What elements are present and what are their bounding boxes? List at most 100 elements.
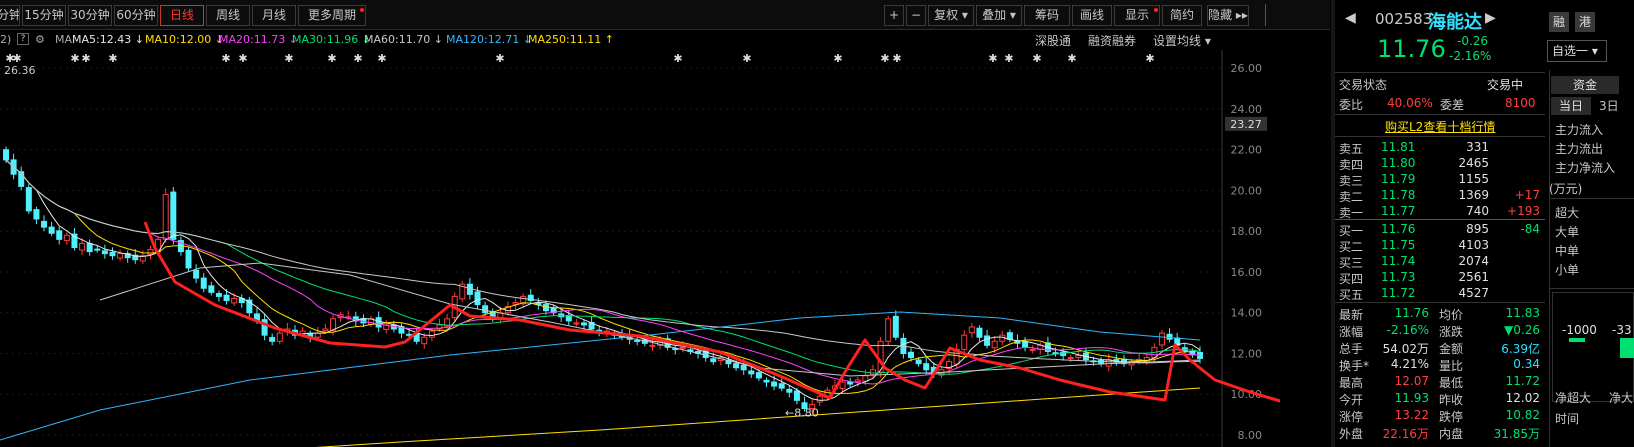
stat-value: 12.07 (1394, 374, 1429, 388)
candle (63, 234, 70, 242)
stat-label: 最新 (1339, 308, 1364, 322)
candle (86, 242, 93, 253)
fund-3day-tab[interactable]: 3日 (1595, 97, 1634, 115)
toolbar-button-7[interactable]: 简约 (1162, 5, 1202, 26)
event-marker[interactable]: ✱ (673, 52, 682, 65)
next-stock-icon[interactable]: ▶ (1485, 10, 1496, 26)
candle (573, 322, 580, 325)
toolbar-button-6[interactable]: 显示 (1114, 5, 1160, 26)
candle (649, 344, 656, 347)
event-marker[interactable]: ✱ (742, 52, 751, 65)
period-tab-4[interactable]: 日线 (160, 5, 204, 26)
hk-tag[interactable]: 港 (1575, 12, 1595, 32)
stat-row: 涨停 13.22 跌停 10.82 (1339, 407, 1545, 425)
ma-line-250 (315, 387, 1201, 447)
toolbar-button-8[interactable]: 隐藏 ▸▸ (1207, 5, 1249, 26)
ma-link-1[interactable]: 融资融券 (1088, 32, 1136, 49)
ask-volume: 740 (1466, 204, 1489, 218)
period-tab-2[interactable]: 30分钟 (68, 5, 112, 26)
stat-row: 今开 11.93 昨收 12.02 (1339, 390, 1545, 408)
watchlist-select[interactable]: 自选一 ▾ (1547, 40, 1607, 62)
margin-tag[interactable]: 融 (1549, 12, 1569, 32)
candle (474, 291, 481, 306)
ma-line-30 (5, 159, 1201, 375)
event-marker[interactable]: ✱ (70, 52, 79, 65)
candle (428, 330, 435, 338)
event-marker[interactable]: ✱ (327, 52, 336, 65)
drawn-trend-line[interactable] (143, 221, 1280, 420)
toolbar-button-2[interactable]: 复权 ▾ (928, 5, 974, 26)
ratio-label: 委比 (1339, 98, 1364, 112)
stat-label: 外盘 (1339, 427, 1364, 441)
event-marker[interactable]: ✱ (12, 52, 21, 65)
candle (1075, 355, 1082, 359)
candle (854, 379, 861, 383)
candle (1006, 332, 1013, 340)
event-marker[interactable]: ✱ (221, 52, 230, 65)
stat-label: 涨停 (1339, 410, 1364, 424)
ma-prefix: MA (55, 33, 73, 46)
stat-value: 54.02万 (1382, 342, 1429, 356)
candle (580, 322, 587, 326)
event-marker[interactable]: ✱ (892, 52, 901, 65)
period-tab-7[interactable]: 更多周期 (298, 5, 366, 26)
fund-divider (1549, 70, 1550, 447)
event-marker[interactable]: ✱ (1145, 52, 1154, 65)
fund-row-label: 大单 (1555, 225, 1580, 239)
toolbar-button-0[interactable]: + (884, 5, 904, 26)
period-tab-5[interactable]: 周线 (206, 5, 250, 26)
bid-volume: 4527 (1458, 286, 1489, 300)
event-marker[interactable]: ✱ (238, 52, 247, 65)
event-marker[interactable]: ✱ (1067, 52, 1076, 65)
kline-chart[interactable]: 26.00 24.00 22.00 20.00 18.00 16.00 14.00 12.00… (0, 50, 1280, 447)
candle (101, 250, 108, 255)
event-marker[interactable]: ✱ (1032, 52, 1041, 65)
ma-link-2[interactable]: 设置均线 ▾ (1153, 32, 1211, 49)
fund-bar (1620, 338, 1634, 358)
fund-row-label: 主力流出 (1555, 142, 1604, 156)
event-marker[interactable]: ✱ (81, 52, 90, 65)
candle (33, 209, 40, 220)
event-marker[interactable]: ✱ (353, 52, 362, 65)
event-marker[interactable]: ✱ (1004, 52, 1013, 65)
period-tab-3[interactable]: 60分钟 (114, 5, 158, 26)
ma-value-0: MA5:12.43 ↓ (72, 33, 144, 46)
fund-tab[interactable]: 资金 (1551, 76, 1619, 94)
l2-upgrade-link[interactable]: 购买L2查看十档行情 (1385, 118, 1495, 135)
period-tab-1[interactable]: 15分钟 (22, 5, 66, 26)
fund-bar-label: -1000 (1562, 323, 1597, 337)
candle (162, 194, 169, 240)
event-marker[interactable]: ✱ (495, 52, 504, 65)
fund-divider (1549, 288, 1634, 289)
bid-row: 买五 11.72 4527 (1339, 285, 1545, 303)
toolbar-button-1[interactable]: − (906, 5, 926, 26)
toolbar-button-4[interactable]: 筹码 (1024, 5, 1070, 26)
candle (1166, 333, 1173, 340)
toolbar-button-3[interactable]: 叠加 ▾ (976, 5, 1022, 26)
bid-volume: 2074 (1458, 254, 1489, 268)
ma-indicator-bar: 2) ? ⚙ MA MA5:12.43 ↓ MA10:12.00 ↓ MA20:11… (0, 30, 1330, 50)
stat-value: 11.93 (1394, 391, 1429, 405)
event-marker[interactable]: ✱ (284, 52, 293, 65)
fund-row-label: 超大 (1555, 206, 1580, 220)
event-marker[interactable]: ✱ (377, 52, 386, 65)
event-marker[interactable]: ✱ (988, 52, 997, 65)
ma-link-0[interactable]: 深股通 (1035, 32, 1071, 49)
candle (421, 336, 428, 345)
help-icon[interactable]: ? (17, 33, 29, 45)
collapse-icon[interactable]: 2) (0, 33, 11, 46)
gear-icon[interactable]: ⚙ (35, 33, 45, 46)
fund-day-tab[interactable]: 当日 (1551, 97, 1591, 115)
stat-value: ▼0.26 (1504, 323, 1540, 337)
toolbar-button-5[interactable]: 画线 (1072, 5, 1112, 26)
event-marker[interactable]: ✱ (108, 52, 117, 65)
period-tab-6[interactable]: 月线 (252, 5, 296, 26)
fund-bar (1569, 338, 1585, 342)
event-marker[interactable]: ✱ (880, 52, 889, 65)
prev-stock-icon[interactable]: ◀ (1345, 10, 1356, 26)
period-tab-0[interactable]: 分钟 (0, 5, 20, 26)
stat-label: 最低 (1439, 376, 1464, 390)
candle (793, 390, 800, 401)
quote-panel: ◀ ▶ 002583 海能达 融 港 11.76 -0.26 -2.16% 自选… (1335, 0, 1634, 447)
event-marker[interactable]: ✱ (833, 52, 842, 65)
